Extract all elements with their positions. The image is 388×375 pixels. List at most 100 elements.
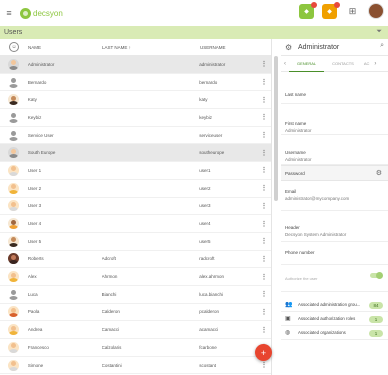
last-name-label: Last name <box>285 92 307 97</box>
row-menu-icon[interactable]: ⋮ <box>257 255 271 263</box>
table-row[interactable]: User 3 user3 ⋮ <box>0 198 271 216</box>
cell-name: Keybiz <box>27 114 42 120</box>
cell-name: Francesco <box>27 344 49 350</box>
cell-username: administrator <box>199 61 226 67</box>
avatar <box>8 253 20 265</box>
logo-mark <box>20 7 31 19</box>
table-row[interactable]: FrancescoCalzolarisfcarbone⋮ <box>0 339 271 357</box>
cell-name: Simone <box>27 362 44 368</box>
column-name[interactable]: NAME <box>28 45 102 50</box>
row-menu-icon[interactable]: ⋮ <box>257 237 271 245</box>
row-menu-icon[interactable]: ⋮ <box>257 60 271 68</box>
table-row[interactable]: User 4 user4 ⋮ <box>0 215 271 233</box>
association-row[interactable]: 👥 Associated administration grou... 84 <box>281 298 388 312</box>
table-row[interactable]: South Europe southeurope ⋮ <box>0 144 271 163</box>
table-row[interactable]: Roberts Adcroft radcroft ⋮ <box>0 251 271 269</box>
table-row[interactable]: Luca Bianchi luca.bianchi ⋮ <box>0 286 271 304</box>
cell-name: User 2 <box>27 185 42 191</box>
association-row[interactable]: ◍ Associated organizations 1 <box>281 326 388 340</box>
search-icon[interactable]: ⌕ <box>380 42 384 50</box>
table-row[interactable]: Service User serviceuser ⋮ <box>0 127 271 145</box>
row-menu-icon[interactable]: ⋮ <box>257 78 271 86</box>
row-menu-icon[interactable]: ⋮ <box>257 308 271 316</box>
username-label: Username <box>285 150 306 155</box>
row-menu-icon[interactable]: ⋮ <box>257 273 271 281</box>
first-name-field[interactable]: First name Administrator <box>281 104 388 135</box>
header-value: Decsyon System Administrator <box>285 232 347 237</box>
header-field[interactable]: Header Decsyon System Administrator <box>281 211 388 242</box>
chevron-left-icon[interactable]: ‹ <box>281 61 289 67</box>
avatar-face <box>11 148 17 154</box>
page-title: Users <box>4 29 23 36</box>
row-menu-icon[interactable]: ⋮ <box>257 149 271 157</box>
cell-username: radcroft <box>199 256 215 262</box>
first-name-value: Administrator <box>285 128 312 133</box>
avatar-body <box>9 348 19 353</box>
phone-field[interactable]: Phone number <box>281 242 388 265</box>
cell-username: user4 <box>199 221 211 227</box>
avatar <box>8 288 20 300</box>
table-row[interactable]: User 5 user5 ⋮ <box>0 233 271 251</box>
list-scrollbar[interactable] <box>274 56 278 201</box>
row-menu-icon[interactable]: ⋮ <box>257 113 271 121</box>
row-menu-icon[interactable]: ⋮ <box>257 361 271 369</box>
avatar-body <box>9 118 19 123</box>
avatar-body <box>9 171 19 176</box>
menu-icon[interactable]: ≡ <box>0 0 18 26</box>
row-menu-icon[interactable]: ⋮ <box>257 184 271 192</box>
logo[interactable]: decsyon <box>20 7 63 19</box>
row-menu-icon[interactable]: ⋮ <box>257 220 271 228</box>
last-name-field[interactable]: Last name <box>281 72 388 104</box>
cell-username: user3 <box>199 203 211 209</box>
cell-username: keybiz <box>199 114 213 120</box>
table-row[interactable]: User 1 user1 ⋮ <box>0 162 271 180</box>
table-row[interactable]: Alex Ahrmon alex.ahrmon ⋮ <box>0 268 271 286</box>
avatar <box>8 147 20 159</box>
password-gear-icon[interactable]: ⚙ <box>376 169 382 177</box>
authorize-toggle[interactable] <box>370 272 383 279</box>
cell-name: Bernardo <box>27 79 47 85</box>
tab-ac[interactable]: AC <box>362 56 372 72</box>
email-field[interactable]: Email administrator@mycompany.com <box>281 181 388 211</box>
row-menu-icon[interactable]: ⋮ <box>257 202 271 210</box>
group-icon: 👥 <box>285 302 293 308</box>
gear-icon[interactable]: ⚙ <box>285 43 295 52</box>
chevron-right-icon[interactable]: › <box>371 61 379 67</box>
filter-icon[interactable]: ⏷ <box>376 28 382 36</box>
detail-title: Administrator <box>298 43 340 51</box>
username-field[interactable]: Username Administrator <box>281 135 388 165</box>
avatar-face <box>11 113 17 119</box>
table-row[interactable]: Paola Calderon pcalderon ⋮ <box>0 304 271 322</box>
user-avatar[interactable] <box>368 3 384 19</box>
table-row[interactable]: Keybiz keybiz ⋮ <box>0 109 271 127</box>
alert-icon[interactable]: ◆ <box>322 1 340 19</box>
row-menu-icon[interactable]: ⋮ <box>257 96 271 104</box>
detail-header: ⚙ Administrator ⌕ <box>281 39 388 56</box>
detail-tabs: ‹ GENERAL CONTACTS AC › <box>281 56 388 72</box>
association-count: 84 <box>369 301 383 309</box>
association-row[interactable]: ▣ Associated authorization roles 1 <box>281 312 388 326</box>
table-row[interactable]: User 2 user2 ⋮ <box>0 180 271 198</box>
list-header: ☺ NAME LAST NAME ↑ USERNAME <box>0 39 271 56</box>
table-row[interactable]: Andrea Camacci acamacci ⋮ <box>0 321 271 339</box>
table-row[interactable]: Simone Costantini scostant ⋮ <box>0 357 271 375</box>
apps-icon[interactable]: ⊞ <box>345 4 360 19</box>
table-row[interactable]: Bernardo bernardo ⋮ <box>0 74 271 92</box>
cell-name: User 1 <box>27 167 42 173</box>
tab-general[interactable]: GENERAL <box>289 56 325 72</box>
table-row[interactable]: Katy katy ⋮ <box>0 91 271 110</box>
column-username[interactable]: USERNAME <box>200 45 258 50</box>
table-row[interactable]: Administrator administrator ⋮ <box>0 56 271 74</box>
row-menu-icon[interactable]: ⋮ <box>257 326 271 334</box>
avatar-body <box>9 278 19 283</box>
tab-contacts[interactable]: CONTACTS <box>324 56 362 72</box>
add-user-button[interactable]: + <box>255 344 272 361</box>
row-menu-icon[interactable]: ⋮ <box>257 290 271 298</box>
avatar <box>8 341 20 353</box>
column-last-name[interactable]: LAST NAME ↑ <box>102 45 200 50</box>
row-menu-icon[interactable]: ⋮ <box>257 131 271 139</box>
globe-icon: ◍ <box>285 330 291 336</box>
avatar-face <box>11 131 17 137</box>
row-menu-icon[interactable]: ⋮ <box>257 166 271 174</box>
notification-icon[interactable]: ◆ <box>299 1 317 19</box>
